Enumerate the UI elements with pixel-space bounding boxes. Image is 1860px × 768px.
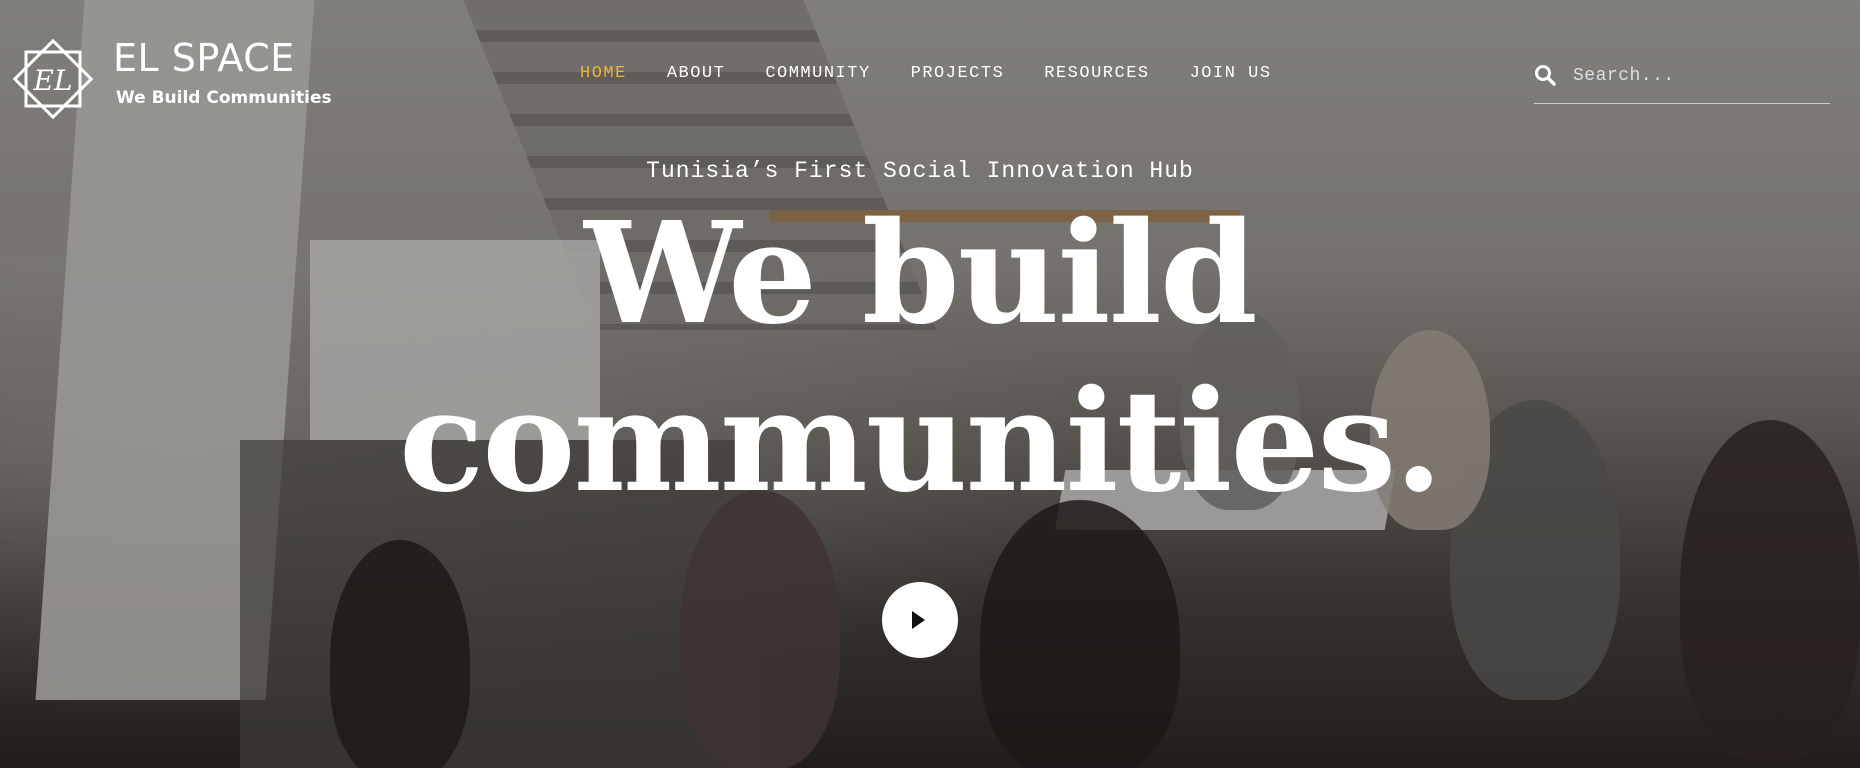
play-video-button[interactable] <box>882 582 958 658</box>
search-input[interactable] <box>1571 60 1825 92</box>
main-nav: HOME ABOUT COMMUNITY PROJECTS RESOURCES … <box>580 64 1312 83</box>
logo-mark-icon: EL <box>12 38 94 120</box>
hero-headline-line2: communities. <box>398 360 1443 524</box>
brand-name: EL SPACE <box>113 36 295 80</box>
nav-item-home[interactable]: HOME <box>580 64 627 83</box>
nav-item-join-us[interactable]: JOIN US <box>1190 64 1272 83</box>
site-logo[interactable]: EL EL SPACE We Build Communities <box>8 30 332 122</box>
logo-mark-text: EL <box>32 64 72 97</box>
search-icon[interactable] <box>1534 64 1556 86</box>
brand-tagline: We Build Communities <box>116 88 332 108</box>
nav-item-community[interactable]: COMMUNITY <box>765 64 870 83</box>
hero-headline-line1: We build <box>584 192 1258 356</box>
nav-item-projects[interactable]: PROJECTS <box>911 64 1005 83</box>
nav-item-about[interactable]: ABOUT <box>667 64 726 83</box>
hero-kicker: Tunisia’s First Social Innovation Hub <box>646 158 1194 184</box>
play-icon <box>912 611 925 629</box>
nav-item-resources[interactable]: RESOURCES <box>1044 64 1149 83</box>
search-box <box>1534 58 1830 104</box>
